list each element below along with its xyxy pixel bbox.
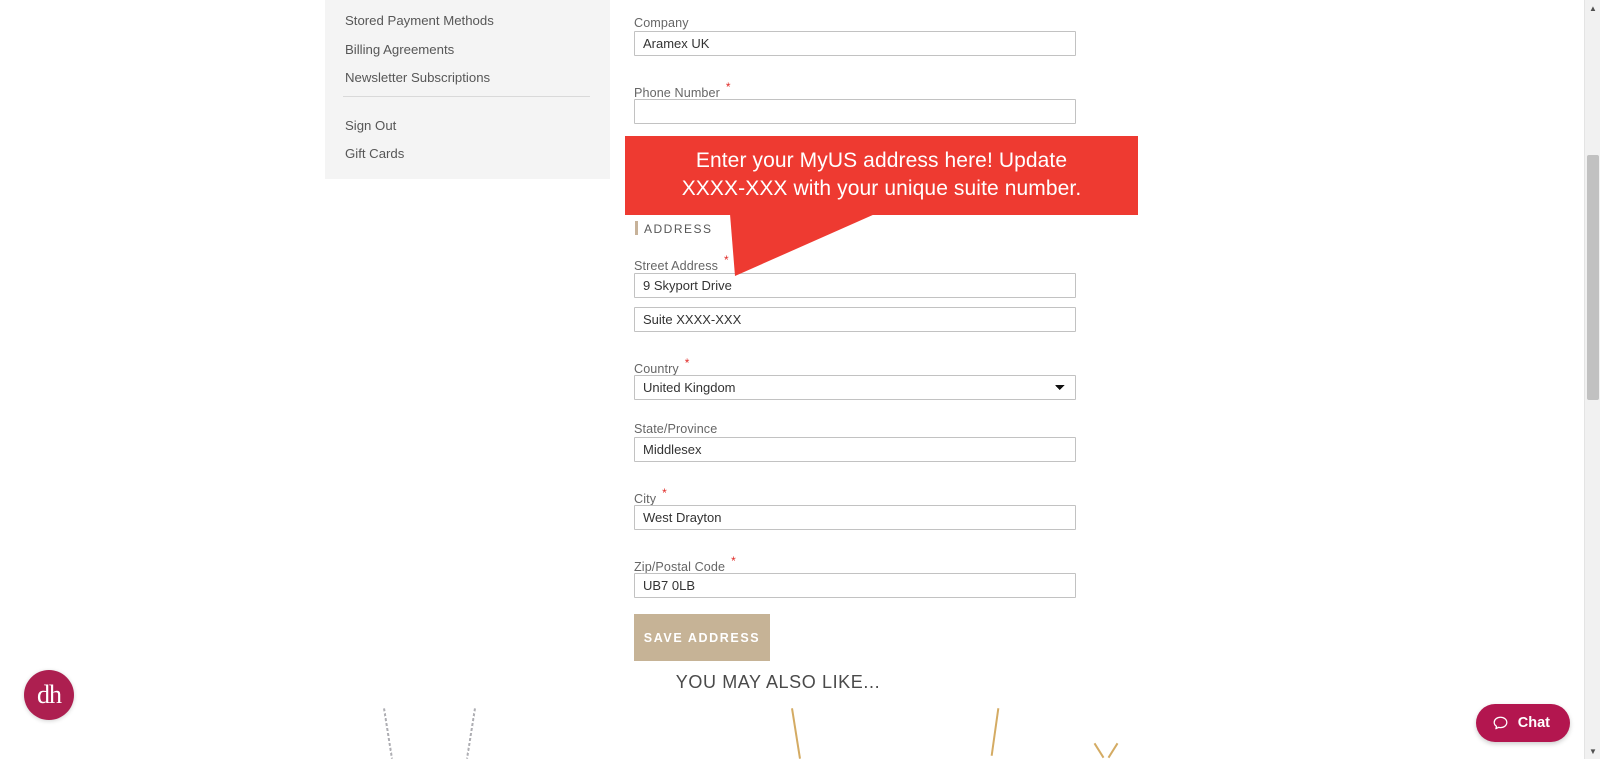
street-address-line1-input[interactable] <box>634 273 1076 298</box>
chat-button-label: Chat <box>1517 715 1550 731</box>
scroll-up-arrow-icon[interactable]: ▲ <box>1585 0 1600 16</box>
company-label: Company <box>634 16 689 30</box>
street-address-line2-input[interactable] <box>634 307 1076 332</box>
company-input[interactable] <box>634 31 1076 56</box>
product-chain-gold-right-c[interactable] <box>1107 742 1119 759</box>
zip-required-marker: * <box>731 554 736 568</box>
myus-address-callout: Enter your MyUS address here! Update XXX… <box>625 136 1138 215</box>
zip-postal-code-input[interactable] <box>634 573 1076 598</box>
sidebar-item-label: Newsletter Subscriptions <box>345 70 491 85</box>
save-address-button[interactable]: Save Address <box>634 614 770 661</box>
speech-bubble-icon <box>1493 716 1508 729</box>
country-required-marker: * <box>684 356 690 370</box>
product-chain-gold-middle[interactable] <box>791 708 801 759</box>
account-sidebar: Stored Payment Methods Billing Agreement… <box>325 0 610 179</box>
product-chain-silver-left-b[interactable] <box>466 708 476 759</box>
callout-line-2: XXXX-XXX with your unique suite number. <box>681 177 1082 200</box>
sidebar-item-newsletter-subscriptions[interactable]: Newsletter Subscriptions <box>335 71 490 84</box>
sidebar-item-label: Gift Cards <box>345 146 405 161</box>
product-chain-silver-left-a[interactable] <box>383 708 393 759</box>
phone-required-marker: * <box>725 80 731 94</box>
recommended-products-strip <box>0 700 1556 759</box>
company-label-row: Company <box>634 14 689 32</box>
sidebar-item-sign-out[interactable]: Sign Out <box>335 119 396 132</box>
state-label-row: State/Province <box>634 420 717 438</box>
callout-pointer-tail <box>730 214 875 276</box>
state-province-input[interactable] <box>634 437 1076 462</box>
sidebar-item-label: Stored Payment Methods <box>345 13 494 28</box>
scroll-down-arrow-icon[interactable]: ▼ <box>1585 743 1600 759</box>
product-chain-gold-right-b[interactable] <box>1093 742 1105 759</box>
page-root: Stored Payment Methods Billing Agreement… <box>0 0 1600 759</box>
callout-line-1: Enter your MyUS address here! Update <box>695 149 1068 172</box>
state-province-label: State/Province <box>634 422 718 436</box>
dh-logo-badge[interactable]: dh <box>24 670 74 720</box>
sidebar-item-stored-payment-methods[interactable]: Stored Payment Methods <box>335 14 494 27</box>
vertical-scrollbar[interactable]: ▲ ▼ <box>1584 0 1600 759</box>
sidebar-divider <box>343 96 590 97</box>
city-input[interactable] <box>634 505 1076 530</box>
chat-button[interactable]: Chat <box>1475 704 1570 742</box>
recommendations-title: YOU MAY ALSO LIKE... <box>675 672 881 692</box>
sidebar-item-gift-cards[interactable]: Gift Cards <box>335 147 404 160</box>
phone-input[interactable] <box>634 99 1076 124</box>
sidebar-item-label: Billing Agreements <box>345 42 455 57</box>
city-required-marker: * <box>662 486 667 500</box>
sidebar-item-label: Sign Out <box>345 118 397 133</box>
product-chain-gold-right-a[interactable] <box>990 708 1000 756</box>
scrollbar-thumb[interactable] <box>1587 155 1599 400</box>
sidebar-item-billing-agreements[interactable]: Billing Agreements <box>335 43 454 56</box>
country-select[interactable]: United Kingdom <box>634 375 1076 400</box>
